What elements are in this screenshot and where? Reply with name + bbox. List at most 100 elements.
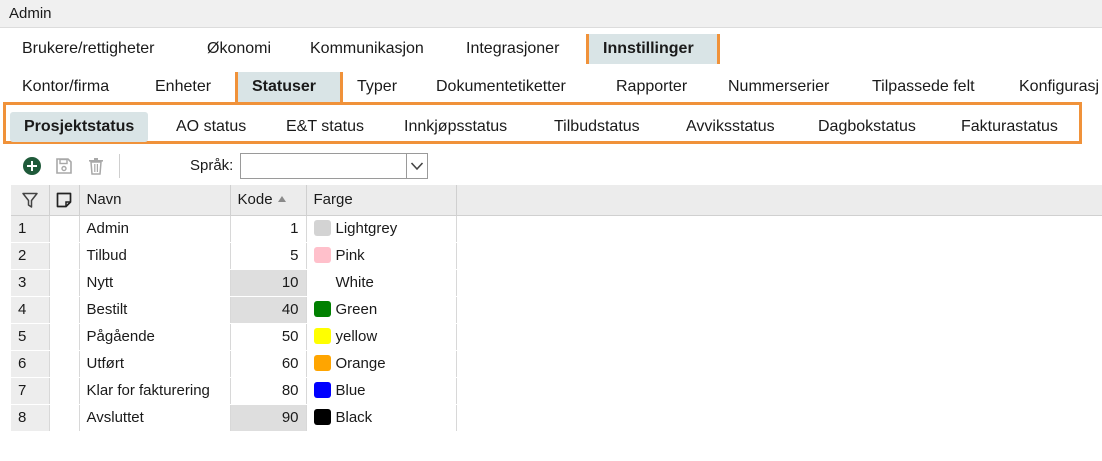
plus-circle-icon[interactable] bbox=[22, 156, 42, 176]
tab-typer[interactable]: Typer bbox=[357, 72, 397, 102]
row-note-cell[interactable] bbox=[49, 323, 80, 351]
chevron-down-icon[interactable] bbox=[406, 154, 427, 178]
row-note-cell[interactable] bbox=[49, 269, 80, 297]
color-swatch bbox=[313, 220, 331, 236]
tab-rapporter[interactable]: Rapporter bbox=[616, 72, 687, 102]
color-cell[interactable]: Green bbox=[306, 296, 457, 324]
name-cell[interactable]: Klar for fakturering bbox=[79, 377, 231, 405]
main-tabs: Brukere/rettigheter Økonomi Kommunikasjo… bbox=[0, 34, 1102, 64]
tab-kommunikasjon[interactable]: Kommunikasjon bbox=[310, 34, 424, 64]
toolbar: Språk: bbox=[0, 150, 1102, 182]
color-cell[interactable]: Orange bbox=[306, 350, 457, 378]
table-row[interactable]: 1 Admin 1 Lightgrey bbox=[11, 215, 457, 243]
color-name: yellow bbox=[335, 328, 378, 345]
row-number: 2 bbox=[11, 242, 50, 270]
color-swatch bbox=[313, 382, 331, 398]
sort-ascending-icon bbox=[277, 196, 286, 203]
column-header-name-label: Navn bbox=[86, 191, 122, 209]
code-cell[interactable]: 40 bbox=[230, 296, 307, 324]
column-header-code[interactable]: Kode bbox=[230, 185, 307, 216]
toolbar-separator bbox=[119, 154, 120, 178]
row-number: 3 bbox=[11, 269, 50, 297]
color-cell[interactable]: Blue bbox=[306, 377, 457, 405]
filter-icon[interactable] bbox=[21, 191, 39, 208]
tab-prosjektstatus[interactable]: Prosjektstatus bbox=[10, 112, 149, 142]
row-number: 6 bbox=[11, 350, 50, 378]
row-note-cell[interactable] bbox=[49, 242, 80, 270]
row-number: 5 bbox=[11, 323, 50, 351]
color-name: White bbox=[335, 274, 374, 291]
row-number: 1 bbox=[11, 215, 50, 243]
tab-avviksstatus[interactable]: Avviksstatus bbox=[686, 112, 775, 142]
column-header-color[interactable]: Farge bbox=[306, 185, 457, 216]
color-cell[interactable]: Pink bbox=[306, 242, 457, 270]
row-note-cell[interactable] bbox=[49, 404, 80, 432]
color-swatch bbox=[313, 247, 331, 263]
code-cell[interactable]: 10 bbox=[230, 269, 307, 297]
color-cell[interactable]: yellow bbox=[306, 323, 457, 351]
row-number: 8 bbox=[11, 404, 50, 432]
trash-icon[interactable] bbox=[86, 156, 106, 176]
code-cell[interactable]: 90 bbox=[230, 404, 307, 432]
name-cell[interactable]: Bestilt bbox=[79, 296, 231, 324]
column-header-name[interactable]: Navn bbox=[79, 185, 231, 216]
color-swatch bbox=[313, 274, 331, 290]
name-cell[interactable]: Avsluttet bbox=[79, 404, 231, 432]
grid-header-filler bbox=[455, 185, 1102, 216]
name-cell[interactable]: Pågående bbox=[79, 323, 231, 351]
row-number: 7 bbox=[11, 377, 50, 405]
name-cell[interactable]: Admin bbox=[79, 215, 231, 243]
status-table: Navn Kode Farge 1 Admin 1 Lightgrey 2 Ti… bbox=[11, 185, 457, 432]
tab-integrasjoner[interactable]: Integrasjoner bbox=[466, 34, 559, 64]
table-row[interactable]: 3 Nytt 10 White bbox=[11, 269, 457, 297]
tab-tilbudstatus[interactable]: Tilbudstatus bbox=[554, 112, 640, 142]
table-header-row: Navn Kode Farge bbox=[11, 185, 457, 216]
note-column-header[interactable] bbox=[49, 185, 80, 216]
tab-tilpassede-felt[interactable]: Tilpassede felt bbox=[872, 72, 975, 102]
column-header-code-label: Kode bbox=[237, 191, 273, 209]
filter-column-header[interactable] bbox=[11, 185, 50, 216]
tab-et-status[interactable]: E&T status bbox=[286, 112, 364, 142]
tab-brukere-rettigheter[interactable]: Brukere/rettigheter bbox=[22, 34, 155, 64]
table-row[interactable]: 4 Bestilt 40 Green bbox=[11, 296, 457, 324]
color-name: Lightgrey bbox=[335, 220, 398, 237]
code-cell[interactable]: 50 bbox=[230, 323, 307, 351]
tab-konfigurasjon[interactable]: Konfigurasj bbox=[1019, 72, 1099, 102]
table-row[interactable]: 5 Pågående 50 yellow bbox=[11, 323, 457, 351]
row-note-cell[interactable] bbox=[49, 215, 80, 243]
tab-kontor-firma[interactable]: Kontor/firma bbox=[22, 72, 109, 102]
tab-fakturastatus[interactable]: Fakturastatus bbox=[961, 112, 1058, 142]
color-cell[interactable]: White bbox=[306, 269, 457, 297]
row-note-cell[interactable] bbox=[49, 296, 80, 324]
tab-enheter[interactable]: Enheter bbox=[155, 72, 211, 102]
color-swatch bbox=[313, 355, 331, 371]
color-name: Pink bbox=[335, 247, 365, 264]
tab-innkjopsstatus[interactable]: Innkjøpsstatus bbox=[404, 112, 507, 142]
tab-okonomi[interactable]: Økonomi bbox=[207, 34, 271, 64]
tab-dagbokstatus[interactable]: Dagbokstatus bbox=[818, 112, 916, 142]
floppy-disk-icon[interactable] bbox=[54, 156, 74, 176]
name-cell[interactable]: Nytt bbox=[79, 269, 231, 297]
name-cell[interactable]: Utført bbox=[79, 350, 231, 378]
code-cell[interactable]: 80 bbox=[230, 377, 307, 405]
tab-ao-status[interactable]: AO status bbox=[176, 112, 246, 142]
tab-innstillinger[interactable]: Innstillinger bbox=[586, 34, 720, 64]
tab-dokumentetiketter[interactable]: Dokumentetiketter bbox=[436, 72, 566, 102]
language-select[interactable] bbox=[240, 153, 428, 179]
row-note-cell[interactable] bbox=[49, 350, 80, 378]
row-note-cell[interactable] bbox=[49, 377, 80, 405]
code-cell[interactable]: 60 bbox=[230, 350, 307, 378]
table-row[interactable]: 7 Klar for fakturering 80 Blue bbox=[11, 377, 457, 405]
code-cell[interactable]: 1 bbox=[230, 215, 307, 243]
table-row[interactable]: 6 Utført 60 Orange bbox=[11, 350, 457, 378]
table-row[interactable]: 2 Tilbud 5 Pink bbox=[11, 242, 457, 270]
table-row[interactable]: 8 Avsluttet 90 Black bbox=[11, 404, 457, 432]
settings-tabs: Kontor/firma Enheter Statuser Typer Doku… bbox=[0, 72, 1102, 102]
color-cell[interactable]: Black bbox=[306, 404, 457, 432]
tab-statuser[interactable]: Statuser bbox=[235, 72, 343, 102]
code-cell[interactable]: 5 bbox=[230, 242, 307, 270]
color-cell[interactable]: Lightgrey bbox=[306, 215, 457, 243]
tab-nummerserier[interactable]: Nummerserier bbox=[728, 72, 829, 102]
name-cell[interactable]: Tilbud bbox=[79, 242, 231, 270]
color-name: Orange bbox=[335, 355, 386, 372]
